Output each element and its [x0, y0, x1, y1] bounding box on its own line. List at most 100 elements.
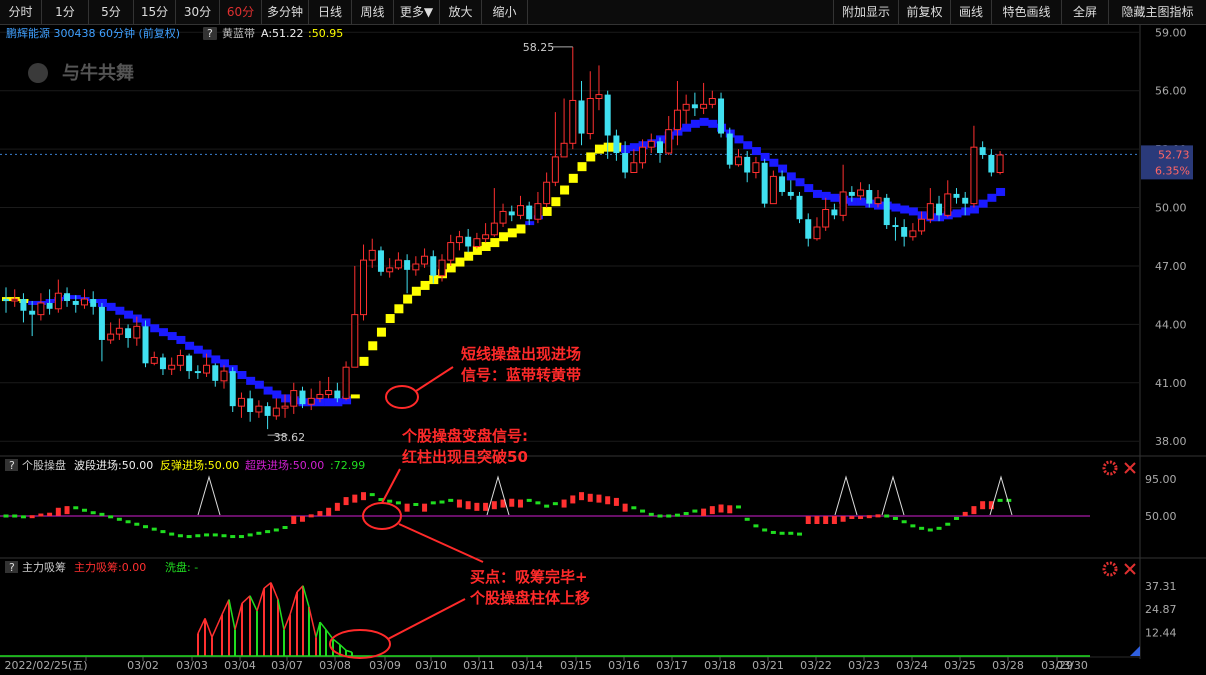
candle-body [708, 98, 716, 105]
band-segment [568, 173, 578, 183]
op-bar-red [727, 505, 733, 514]
accumulation-line [289, 591, 298, 615]
op-bar-red [517, 499, 523, 508]
candle-body [473, 238, 481, 247]
op-dot-green [212, 533, 218, 537]
candle-body [516, 205, 524, 216]
op-dot-green [238, 535, 244, 539]
tab-1min[interactable]: 1分 [42, 0, 89, 24]
op-bar-red [823, 516, 829, 524]
op-dot-green [20, 515, 26, 519]
op-bar-red [587, 493, 593, 502]
op-bar-red [474, 502, 480, 511]
panel2-tick-label: 24.87 [1145, 603, 1177, 616]
band-segment [385, 314, 395, 324]
op-dot-green [666, 514, 672, 518]
candle-body [482, 234, 490, 240]
x-tick-label: 03/21 [752, 659, 784, 672]
band-segment [211, 355, 221, 364]
op-bar-red [47, 512, 53, 516]
band-segment [952, 209, 962, 218]
price-tick-label: 47.00 [1155, 260, 1187, 273]
band-segment [350, 394, 360, 399]
x-tick-label: 03/09 [369, 659, 401, 672]
band-segment [507, 228, 517, 238]
extra-display-button[interactable]: 附加显示 [833, 0, 899, 24]
tab-5min[interactable]: 5分 [89, 0, 134, 24]
band-segment [577, 162, 587, 172]
op-bar-red [483, 502, 489, 511]
band-segment [324, 398, 334, 407]
op-dot-green [692, 509, 698, 513]
candle-body [107, 333, 115, 341]
band-segment [830, 193, 840, 202]
op-dot-green [936, 526, 942, 530]
hide-indicator-button[interactable]: 隐藏主图指标 [1109, 0, 1206, 24]
tab-daily[interactable]: 日线 [309, 0, 352, 24]
candle-body [316, 393, 324, 399]
band-segment [420, 280, 430, 290]
candle-body [290, 390, 298, 407]
zoom-out-button[interactable]: 缩小 [482, 0, 528, 24]
candle-body [761, 162, 768, 204]
op-dot-green [448, 498, 454, 502]
accumulation-line [221, 599, 230, 615]
candle-body [622, 153, 629, 173]
op-bar-red [38, 513, 44, 517]
band-segment [359, 356, 369, 366]
tab-60min[interactable]: 60分 [220, 0, 262, 24]
tab-multi-min[interactable]: 多分钟 [262, 0, 309, 24]
fullscreen-button[interactable]: 全屏 [1062, 0, 1109, 24]
op-dot-green [753, 524, 759, 528]
band-segment [481, 241, 491, 251]
tab-timeshare[interactable]: 分时 [0, 0, 42, 24]
draw-line-button[interactable]: 画线 [951, 0, 992, 24]
band-segment [891, 203, 901, 212]
op-bar-red [579, 492, 585, 501]
candle-body [54, 292, 62, 310]
tab-30min[interactable]: 30分 [176, 0, 220, 24]
op-dot-green [230, 535, 236, 539]
op-dot-green [927, 528, 933, 532]
x-tick-label: 03/10 [415, 659, 447, 672]
tab-weekly[interactable]: 周线 [352, 0, 394, 24]
candle-body [534, 203, 542, 220]
candle-body [11, 298, 19, 302]
panel1-series-4: :72.99 [330, 459, 365, 472]
candle-body [613, 135, 620, 154]
candle-body [203, 364, 211, 374]
candle-body [264, 406, 271, 416]
signal-triangle-marker [197, 475, 221, 516]
op-bar-red [326, 507, 332, 516]
accumulation-line [263, 582, 272, 589]
band-segment [900, 205, 910, 214]
candle-body [604, 94, 611, 136]
panel1-tick-label: 95.00 [1145, 473, 1177, 486]
candle-body [386, 267, 394, 273]
candle-body [857, 189, 865, 197]
candle-body [996, 154, 1004, 173]
op-bar-red [570, 495, 576, 504]
x-tick-label: 03/18 [704, 659, 736, 672]
op-dot-green [526, 498, 532, 502]
more-dropdown[interactable]: 更多▼ [394, 0, 440, 24]
candle-body [64, 293, 71, 302]
candle-body [970, 146, 978, 205]
pre-adjust-button[interactable]: 前复权 [899, 0, 951, 24]
candle-body [586, 98, 594, 135]
candle-body [909, 230, 917, 238]
x-tick-label: 03/15 [560, 659, 592, 672]
special-draw-button[interactable]: 特色画线 [992, 0, 1062, 24]
op-dot-green [945, 522, 951, 526]
tab-15min[interactable]: 15分 [134, 0, 176, 24]
candle-body [560, 142, 568, 158]
op-dot-green [99, 512, 105, 516]
candle-body [569, 99, 577, 144]
op-bar-red [361, 492, 367, 501]
candle-body [412, 263, 420, 271]
panel1-tick-label: 50.00 [1145, 510, 1177, 523]
band-segment [987, 193, 997, 202]
candle-body [351, 314, 359, 368]
op-dot-green [369, 493, 375, 497]
zoom-in-button[interactable]: 放大 [440, 0, 482, 24]
